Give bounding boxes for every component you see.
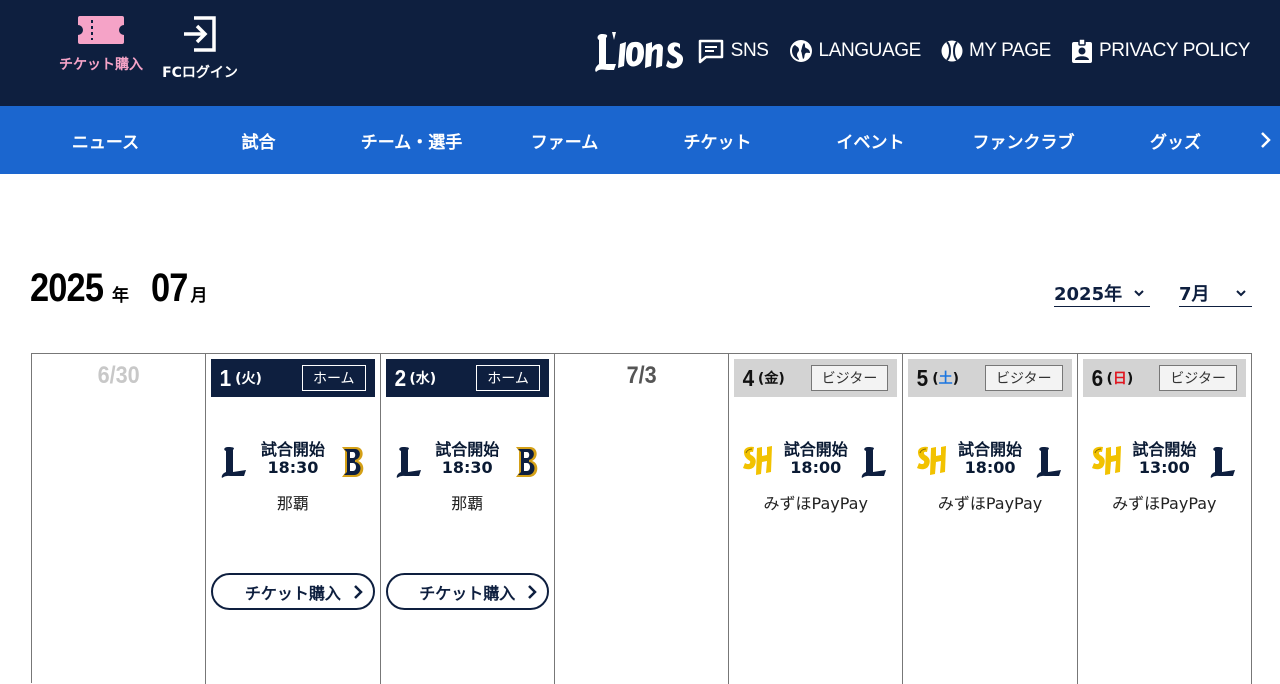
language-label: LANGUAGE bbox=[818, 40, 922, 61]
day-number: 5 bbox=[917, 364, 929, 391]
year-select[interactable]: 2025年 bbox=[1054, 280, 1150, 307]
nav-item-goods[interactable]: グッズ bbox=[1099, 106, 1252, 174]
month-title-month-unit: 月 bbox=[190, 286, 208, 306]
lions-logo-icon bbox=[1036, 447, 1061, 478]
nav-item-farm[interactable]: ファーム bbox=[488, 106, 641, 174]
day-of-week: (土) bbox=[932, 371, 960, 387]
day-cell-game: 4 (金) ビジター 試合開始 18:00 みずほPayPay bbox=[729, 354, 904, 684]
matchup[interactable]: 試合開始 18:00 bbox=[729, 436, 902, 488]
day-cell-empty: 6/30 bbox=[32, 354, 207, 684]
chevron-right-icon bbox=[527, 585, 537, 599]
matchup[interactable]: 試合開始 18:30 bbox=[381, 436, 554, 488]
login-icon bbox=[184, 16, 216, 52]
fc-login-button[interactable]: FCログイン bbox=[160, 14, 240, 82]
lions-logo[interactable] bbox=[590, 26, 690, 76]
month-select-value: 7月 bbox=[1179, 284, 1210, 305]
day-date: 7/3 bbox=[626, 362, 657, 389]
utility-links: SNS LANGUAGE MY PAGE PRIVACY POLICY bbox=[677, 38, 1250, 64]
year-select-value: 2025年 bbox=[1054, 284, 1123, 305]
lions-logo-icon bbox=[862, 447, 887, 478]
privacy-policy-label: PRIVACY POLICY bbox=[1098, 40, 1250, 61]
buffaloes-logo-icon bbox=[341, 447, 363, 477]
chevron-right-icon bbox=[1261, 132, 1271, 148]
mypage-label: MY PAGE bbox=[968, 40, 1051, 61]
chevron-down-icon bbox=[1236, 289, 1246, 296]
day-header: 5 (土) ビジター bbox=[908, 359, 1072, 397]
sns-label: SNS bbox=[730, 40, 769, 61]
home-badge: ホーム bbox=[476, 365, 540, 391]
nav-next-button[interactable] bbox=[1250, 106, 1280, 174]
global-nav: ニュース 試合 チーム・選手 ファーム チケット イベント ファンクラブ グッズ bbox=[0, 106, 1280, 174]
day-cell-empty: 7/3 bbox=[555, 354, 730, 684]
buffaloes-logo-icon bbox=[515, 447, 538, 477]
sns-link[interactable]: SNS bbox=[697, 38, 769, 64]
day-header: 6 (日) ビジター bbox=[1082, 359, 1246, 397]
day-cell-game: 2 (水) ホーム 試合開始 18:30 那覇 チケット購入 bbox=[381, 354, 555, 684]
visitor-badge: ビジター bbox=[984, 365, 1063, 391]
month-select[interactable]: 7月 bbox=[1179, 280, 1252, 307]
month-title-year: 2025 bbox=[30, 266, 104, 310]
stadium-name: みずほPayPay bbox=[937, 494, 1043, 513]
day-date: 6/30 bbox=[97, 362, 140, 389]
day-header: 4 (金) ビジター bbox=[734, 359, 898, 397]
id-badge-icon bbox=[1071, 38, 1092, 63]
chevron-right-icon bbox=[353, 585, 363, 599]
chat-bubble-icon bbox=[698, 39, 723, 64]
fc-login-label: FCログイン bbox=[162, 65, 238, 81]
stadium-name: 那覇 bbox=[451, 494, 484, 513]
buy-ticket-label: チケット購入 bbox=[244, 583, 341, 603]
day-number: 1 bbox=[219, 364, 232, 391]
day-header: 2 (水) ホーム bbox=[385, 359, 549, 397]
month-title-month: 07 bbox=[150, 266, 188, 310]
privacy-policy-link[interactable]: PRIVACY POLICY bbox=[1071, 38, 1250, 64]
language-link[interactable]: LANGUAGE bbox=[789, 39, 921, 63]
buy-ticket-label: チケット購入 bbox=[419, 583, 516, 603]
matchup[interactable]: 試合開始 18:00 bbox=[903, 436, 1076, 488]
day-of-week: (金) bbox=[757, 371, 785, 387]
chevron-down-icon bbox=[1134, 289, 1144, 296]
buy-ticket-button[interactable]: チケット購入 bbox=[211, 573, 375, 610]
globe-icon bbox=[789, 40, 812, 62]
stadium-name: みずほPayPay bbox=[1112, 494, 1217, 513]
day-of-week: (火) bbox=[235, 371, 262, 387]
nav-item-fanclub[interactable]: ファンクラブ bbox=[947, 106, 1100, 174]
day-header: 1 (火) ホーム bbox=[211, 359, 375, 397]
day-of-week: (水) bbox=[409, 371, 437, 387]
lions-logo-icon bbox=[1210, 447, 1235, 478]
nav-item-ticket[interactable]: チケット bbox=[641, 106, 794, 174]
nav-item-games[interactable]: 試合 bbox=[182, 106, 335, 174]
visitor-badge: ビジター bbox=[810, 365, 889, 391]
month-title: 2025 年 07 月 bbox=[30, 266, 207, 311]
mypage-link[interactable]: MY PAGE bbox=[941, 40, 1051, 62]
schedule-calendar: 6/30 1 (火) ホーム 試合開始 18:30 那覇 チケット購入 2 (水… bbox=[31, 353, 1252, 684]
matchup[interactable]: 試合開始 18:30 bbox=[206, 436, 379, 488]
ticket-purchase-label: チケット購入 bbox=[59, 57, 143, 73]
site-header: チケット購入 FCログイン SNS LANGUAGE MY PAGE PRIVA… bbox=[0, 0, 1280, 106]
nav-item-event[interactable]: イベント bbox=[794, 106, 947, 174]
day-number: 6 bbox=[1091, 364, 1103, 391]
ticket-icon bbox=[78, 16, 124, 44]
day-number: 2 bbox=[394, 364, 406, 391]
day-cell-game: 6 (日) ビジター 試合開始 13:00 みずほPayPay bbox=[1078, 354, 1252, 684]
stadium-name: 那覇 bbox=[276, 494, 309, 513]
day-cell-game: 5 (土) ビジター 試合開始 18:00 みずほPayPay bbox=[903, 354, 1078, 684]
nav-item-team[interactable]: チーム・選手 bbox=[335, 106, 488, 174]
month-title-year-unit: 年 bbox=[111, 286, 129, 306]
day-number: 4 bbox=[742, 364, 755, 391]
stadium-name: みずほPayPay bbox=[763, 494, 868, 513]
day-of-week: (日) bbox=[1106, 371, 1134, 387]
home-badge: ホーム bbox=[301, 365, 366, 391]
ticket-purchase-button[interactable]: チケット購入 bbox=[56, 14, 146, 74]
day-cell-game: 1 (火) ホーム 試合開始 18:30 那覇 チケット購入 bbox=[206, 354, 381, 684]
matchup[interactable]: 試合開始 13:00 bbox=[1078, 436, 1251, 488]
buy-ticket-button[interactable]: チケット購入 bbox=[385, 573, 549, 610]
visitor-badge: ビジター bbox=[1159, 365, 1237, 391]
nav-item-news[interactable]: ニュース bbox=[29, 106, 182, 174]
baseball-icon bbox=[941, 40, 963, 62]
